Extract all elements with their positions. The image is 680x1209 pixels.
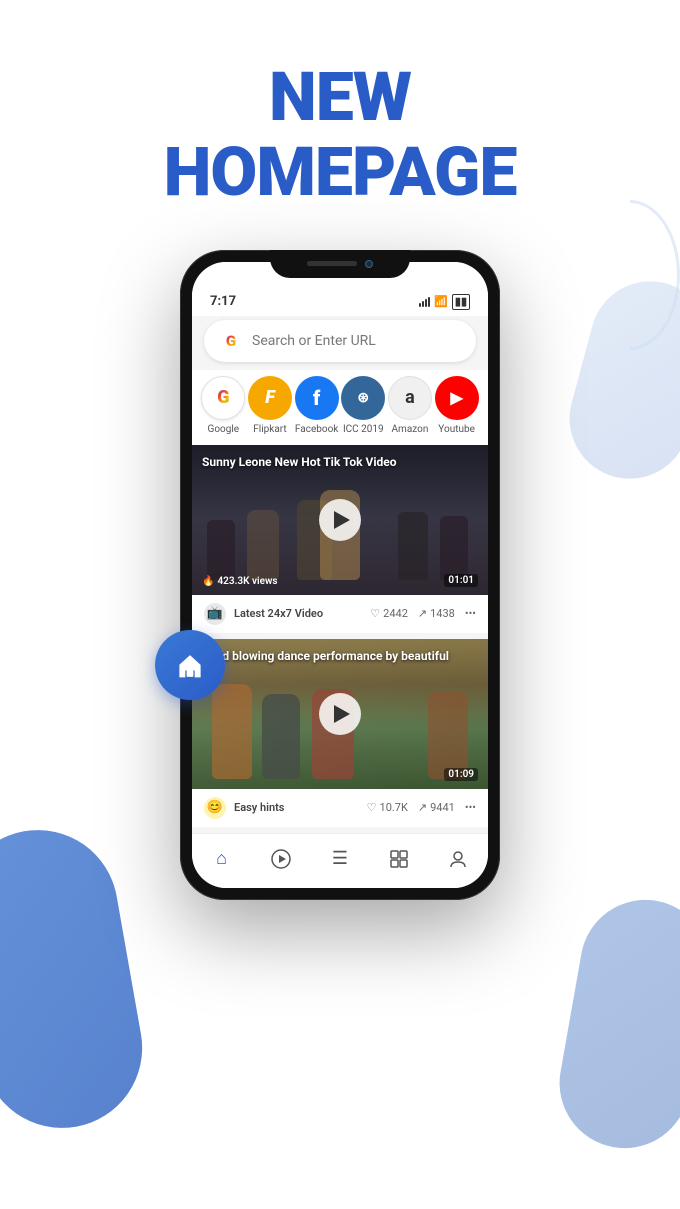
search-bar[interactable]: G Search or Enter URL (204, 320, 476, 362)
youtube-icon: ▶ (435, 376, 479, 420)
icc2019-label: ICC 2019 (343, 424, 384, 435)
channel-name-2: Easy hints (234, 801, 359, 814)
likes-1[interactable]: ♡ 2442 (370, 607, 408, 620)
likes-count-2: 10.7K (380, 801, 408, 814)
video-views-1: 🔥 423.3K views (202, 576, 277, 587)
more-options-2[interactable]: ••• (465, 801, 476, 814)
play-circle-icon (271, 849, 291, 869)
shortcut-google[interactable]: G Google (201, 376, 245, 435)
home-button-overlay[interactable] (155, 630, 225, 700)
video-card-2[interactable]: Mind blowing dance performance by beauti… (192, 639, 488, 827)
play-button-2[interactable] (319, 693, 361, 735)
video-title-1: Sunny Leone New Hot Tik Tok Video (202, 455, 478, 469)
facebook-icon: f (295, 376, 339, 420)
channel-name-1: Latest 24x7 Video (234, 607, 362, 620)
video-thumbnail-2: Mind blowing dance performance by beauti… (192, 639, 488, 789)
battery-icon: ▮▮ (452, 294, 470, 310)
heart-icon-1: ♡ (370, 607, 380, 620)
profile-icon (448, 849, 468, 869)
channel-icon-1: 📺 (204, 603, 226, 625)
search-placeholder: Search or Enter URL (252, 333, 460, 349)
video-card-1[interactable]: Sunny Leone New Hot Tik Tok Video 🔥 423.… (192, 445, 488, 633)
facebook-label: Facebook (295, 424, 338, 435)
flipkart-label: Flipkart (253, 424, 286, 435)
video-duration-1: 01:01 (444, 574, 478, 587)
google-label: Google (208, 424, 240, 435)
video-thumbnail-1: Sunny Leone New Hot Tik Tok Video 🔥 423.… (192, 445, 488, 595)
header-title: NEW HOMEPAGE (20, 60, 660, 210)
video-duration-2: 01:09 (444, 768, 478, 781)
google-g-icon: G (220, 330, 242, 352)
status-time: 7:17 (210, 294, 236, 309)
shares-1[interactable]: ↗ 1438 (418, 607, 455, 620)
shares-2[interactable]: ↗ 9441 (418, 801, 455, 814)
more-options-1[interactable]: ••• (465, 607, 476, 620)
video-meta-2: 😊 Easy hints ♡ 10.7K ↗ 9441 ••• (192, 789, 488, 827)
amazon-label: Amazon (392, 424, 429, 435)
phone-notch (270, 250, 410, 278)
wifi-icon: 📶 (434, 295, 448, 308)
more-icon-2: ••• (465, 801, 476, 814)
shortcut-flipkart[interactable]: F Flipkart (248, 376, 292, 435)
share-icon-1: ↗ (418, 607, 427, 620)
home-icon (173, 648, 207, 682)
phone-frame: 7:17 📶 ▮▮ G Search or Enter U (180, 250, 500, 900)
more-icon-1: ••• (465, 607, 476, 620)
likes-2[interactable]: ♡ 10.7K (367, 801, 408, 814)
shares-count-1: 1438 (430, 607, 455, 620)
fire-icon: 🔥 (202, 576, 214, 587)
heart-icon-2: ♡ (367, 801, 377, 814)
meta-actions-1: ♡ 2442 ↗ 1438 ••• (370, 607, 476, 620)
shortcut-amazon[interactable]: a Amazon (388, 376, 432, 435)
meta-actions-2: ♡ 10.7K ↗ 9441 ••• (367, 801, 476, 814)
flipkart-icon: F (248, 376, 292, 420)
shares-count-2: 9441 (430, 801, 455, 814)
header-section: NEW HOMEPAGE (0, 0, 680, 250)
header-line2: HOMEPAGE (20, 135, 660, 210)
signal-bars (419, 297, 430, 307)
header-line1: NEW (20, 60, 660, 135)
shortcut-icc2019[interactable]: ⊛ ICC 2019 (341, 376, 385, 435)
nav-play[interactable] (266, 844, 296, 874)
video-title-2: Mind blowing dance performance by beauti… (202, 649, 478, 663)
grid-icon (390, 850, 408, 868)
shortcuts-row: G Google F Flipkart f Facebook (192, 370, 488, 445)
channel-icon-2: 😊 (204, 797, 226, 819)
play-triangle-2 (334, 705, 350, 723)
nav-grid[interactable] (384, 844, 414, 874)
amazon-icon: a (388, 376, 432, 420)
nav-profile[interactable] (443, 844, 473, 874)
icc2019-icon: ⊛ (341, 376, 385, 420)
views-count-1: 423.3K views (217, 576, 277, 587)
bottom-nav: ⌂ ☰ (192, 833, 488, 888)
likes-count-1: 2442 (383, 607, 408, 620)
google-icon: G (201, 376, 245, 420)
play-button-1[interactable] (319, 499, 361, 541)
notch-camera (365, 260, 373, 268)
nav-home[interactable]: ⌂ (207, 844, 237, 874)
nav-menu[interactable]: ☰ (325, 844, 355, 874)
phone-screen: 7:17 📶 ▮▮ G Search or Enter U (192, 262, 488, 888)
shortcut-youtube[interactable]: ▶ Youtube (435, 376, 479, 435)
phone-wrapper: 7:17 📶 ▮▮ G Search or Enter U (0, 250, 680, 960)
youtube-label: Youtube (438, 424, 475, 435)
shortcut-facebook[interactable]: f Facebook (295, 376, 339, 435)
notch-speaker (307, 261, 357, 266)
video-meta-1: 📺 Latest 24x7 Video ♡ 2442 ↗ 1438 ••• (192, 595, 488, 633)
play-triangle-1 (334, 511, 350, 529)
status-icons: 📶 ▮▮ (419, 294, 470, 310)
share-icon-2: ↗ (418, 801, 427, 814)
